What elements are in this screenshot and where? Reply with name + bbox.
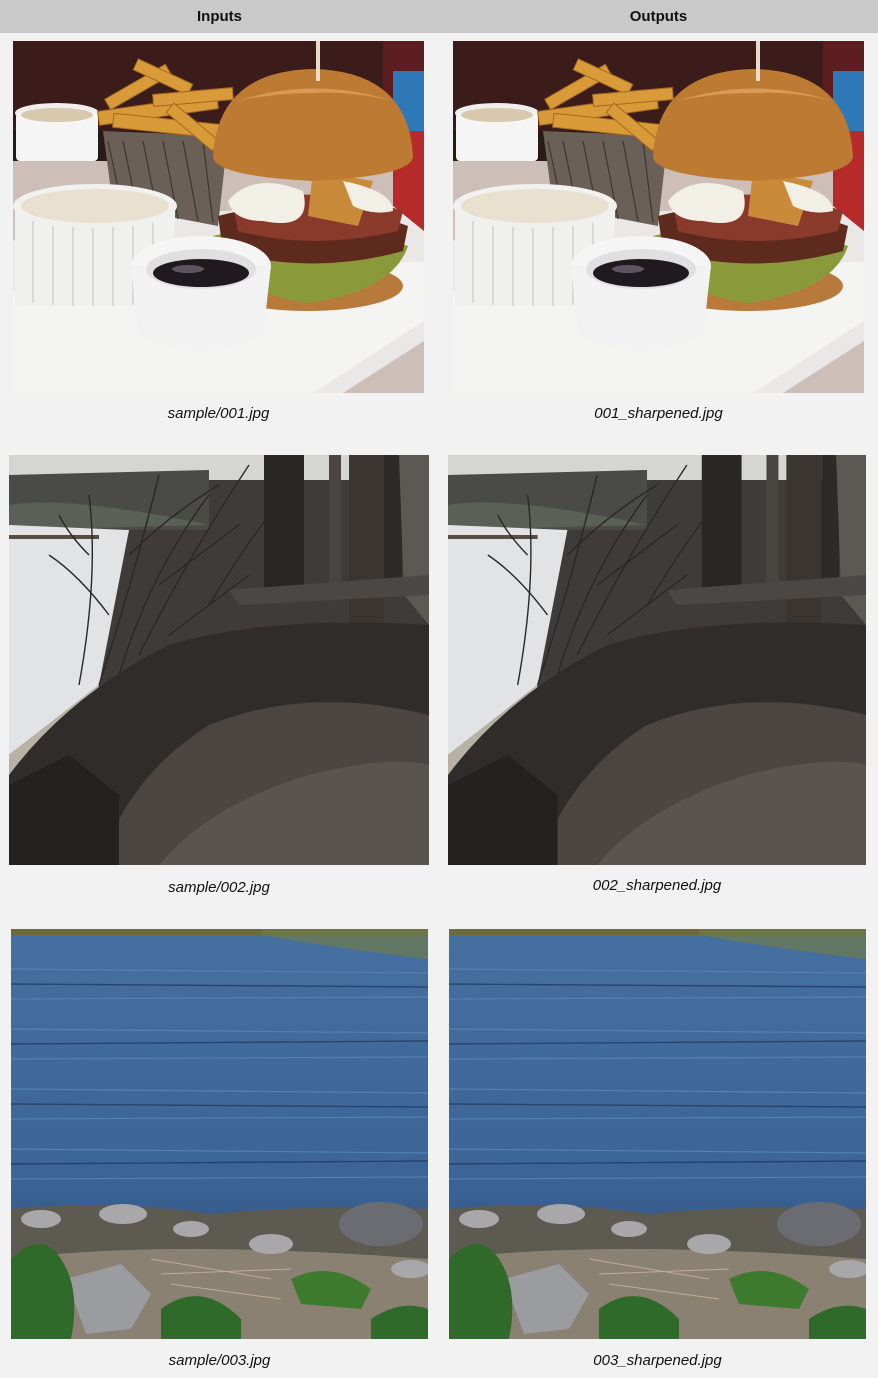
output-caption-1: 001_sharpened.jpg — [594, 405, 723, 422]
output-image-2 — [448, 455, 866, 865]
output-image-3 — [449, 929, 866, 1339]
output-image-1 — [453, 41, 864, 393]
input-caption-2: sample/002.jpg — [168, 879, 270, 896]
input-image-2 — [9, 455, 429, 865]
output-caption-2: 002_sharpened.jpg — [592, 877, 722, 894]
input-image-3 — [11, 929, 428, 1339]
input-image-1 — [13, 41, 424, 393]
column-header-bar: Inputs Outputs — [0, 0, 878, 33]
inputs-column-header: Inputs — [197, 8, 242, 25]
output-caption-3: 003_sharpened.jpg — [593, 1352, 722, 1369]
input-caption-1: sample/001.jpg — [167, 405, 270, 422]
input-caption-3: sample/003.jpg — [168, 1352, 271, 1369]
outputs-column-header: Outputs — [629, 8, 688, 25]
